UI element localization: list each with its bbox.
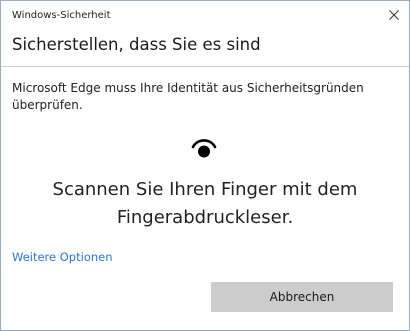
divider <box>1 66 409 67</box>
scan-instruction-line-1: Scannen Sie Ihren Finger mit dem <box>52 179 358 200</box>
cancel-button[interactable]: Abbrechen <box>211 282 393 312</box>
scan-instruction: Scannen Sie Ihren Finger mit dem Fingera… <box>11 176 399 232</box>
scan-instruction-line-2: Fingerabdruckleser. <box>116 207 294 228</box>
dialog-message: Microsoft Edge muss Ihre Identität aus S… <box>12 81 364 112</box>
title-bar: Windows-Sicherheit <box>1 1 409 29</box>
more-options-link[interactable]: Weitere Optionen <box>12 250 113 264</box>
fingerprint-icon <box>191 139 217 158</box>
dialog-heading: Sicherstellen, dass Sie es sind <box>12 35 261 54</box>
close-icon[interactable] <box>385 6 403 24</box>
security-dialog-window: Windows-Sicherheit Sicherstellen, dass S… <box>0 0 410 331</box>
window-title: Windows-Sicherheit <box>12 10 111 21</box>
